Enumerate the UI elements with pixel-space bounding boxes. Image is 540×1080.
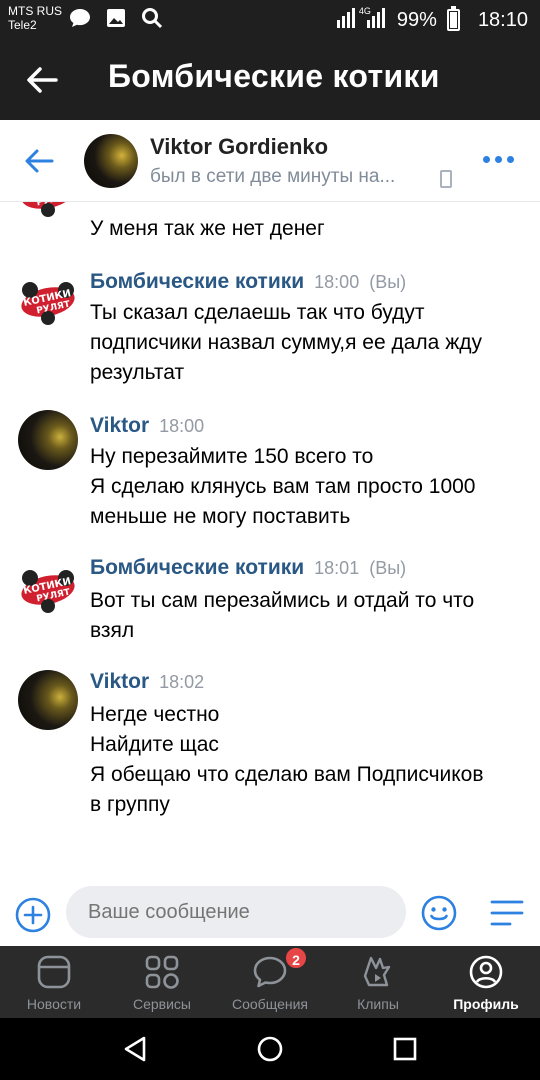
avatar[interactable]: КОТИКИ РУЛЯТ	[18, 556, 78, 616]
message-text: Вот ты сам перезаймись и отдай то что вз…	[90, 586, 530, 646]
message-list[interactable]: КОТИКИ РУЛЯТ У меня так же нет денег КОТ…	[0, 202, 540, 884]
chat-back-icon[interactable]	[22, 144, 56, 178]
chat-status: был в сети две минуты на...	[150, 166, 396, 187]
message-line: взял	[90, 619, 135, 642]
tab-label: Сервисы	[132, 996, 191, 1012]
tab-services[interactable]: Сервисы	[108, 946, 216, 1018]
image-icon	[104, 6, 128, 30]
message-text: У меня так же нет денег	[90, 214, 530, 244]
message-author[interactable]: Бомбические котики 18:00 (Вы)	[90, 270, 406, 294]
message-text: Ты сказал сделаешь так что будут подписч…	[90, 298, 530, 388]
tab-label: Сообщения	[232, 996, 308, 1012]
more-icon[interactable]	[483, 156, 514, 163]
clips-icon	[363, 956, 391, 987]
status-bar: MTS RUS Tele2 4G 99% 18:10	[0, 0, 540, 38]
you-label: (Вы)	[369, 272, 407, 292]
message-time: 18:02	[159, 672, 205, 692]
message-line: в группу	[90, 793, 170, 816]
app-title: Бомбические котики	[108, 58, 440, 94]
notification-icons	[68, 6, 164, 30]
emoji-icon[interactable]	[420, 894, 458, 932]
chat-avatar[interactable]	[84, 134, 138, 188]
chat-header: Viktor Gordienko был в сети две минуты н…	[0, 120, 540, 202]
bottom-tab-bar: Новости Сервисы 2 Сообщения Клипы Профил…	[0, 946, 540, 1018]
tab-messages[interactable]: 2 Сообщения	[216, 946, 324, 1018]
status-right: 4G 99% 18:10	[336, 6, 528, 34]
avatar[interactable]: КОТИКИ РУЛЯТ	[18, 202, 78, 220]
you-label: (Вы)	[369, 558, 407, 578]
add-attachment-icon[interactable]	[14, 896, 52, 934]
message-line: Я сделаю клянусь вам там просто 1000	[90, 475, 476, 498]
system-navigation-bar	[0, 1018, 540, 1080]
system-back-icon[interactable]	[120, 1034, 150, 1064]
clock: 18:10	[477, 8, 528, 31]
tab-clips[interactable]: Клипы	[324, 946, 432, 1018]
message-line: У меня так же нет денег	[90, 217, 325, 240]
message-line: Я обещаю что сделаю вам Подписчиков	[90, 763, 484, 786]
battery-icon	[446, 6, 460, 31]
tab-label: Профиль	[453, 996, 519, 1012]
cat-logo-icon: КОТИКИ РУЛЯТ	[21, 570, 75, 613]
tab-label: Клипы	[357, 996, 399, 1012]
author-name: Бомбические котики	[90, 270, 305, 293]
back-arrow-icon[interactable]	[22, 60, 62, 100]
avatar[interactable]	[18, 410, 78, 470]
avatar[interactable]: КОТИКИ РУЛЯТ	[18, 268, 78, 328]
message-line: Найдите щас	[90, 733, 219, 756]
services-icon	[145, 955, 179, 989]
unread-badge: 2	[284, 946, 308, 970]
message-line: Ну перезаймите 150 всего то	[90, 445, 374, 468]
message-time: 18:01	[314, 558, 360, 578]
app-header: Бомбические котики	[0, 38, 540, 120]
carrier-name-1: MTS RUS	[8, 4, 62, 18]
profile-icon	[469, 955, 503, 989]
composer	[0, 884, 540, 946]
mobile-device-icon	[440, 170, 452, 188]
message-line: подписчики назвал сумму,я ее дала жду	[90, 331, 482, 354]
message-line: Ты сказал сделаешь так что будут	[90, 301, 425, 324]
message-line: меньше не могу поставить	[90, 505, 351, 528]
news-icon	[37, 955, 71, 989]
carrier-name-2: Tele2	[8, 18, 37, 32]
message-author[interactable]: Viktor 18:02	[90, 670, 204, 694]
message-time: 18:00	[159, 416, 205, 436]
messages-icon	[253, 956, 287, 988]
author-name: Viktor	[90, 414, 150, 437]
battery-percent: 99%	[396, 8, 437, 31]
author-name: Бомбические котики	[90, 556, 305, 579]
message-text: Ну перезаймите 150 всего то Я сделаю кля…	[90, 442, 530, 532]
avatar[interactable]	[18, 670, 78, 730]
message-text: Негде честно Найдите щас Я обещаю что сд…	[90, 700, 530, 820]
cat-logo-icon: КОТИКИ РУЛЯТ	[21, 202, 75, 217]
tab-news[interactable]: Новости	[0, 946, 108, 1018]
search-icon	[140, 6, 164, 30]
message-time: 18:00	[314, 272, 360, 292]
message-input[interactable]	[66, 886, 406, 938]
message-author[interactable]: Viktor 18:00	[90, 414, 204, 438]
message-line: Негде честно	[90, 703, 220, 726]
system-home-icon[interactable]	[255, 1034, 285, 1064]
system-recents-icon[interactable]	[390, 1034, 420, 1064]
chat-bubble-icon	[68, 6, 92, 30]
message-author[interactable]: Бомбические котики 18:01 (Вы)	[90, 556, 406, 580]
tab-profile[interactable]: Профиль	[432, 946, 540, 1018]
author-name: Viktor	[90, 670, 150, 693]
message-line: Вот ты сам перезаймись и отдай то что	[90, 589, 475, 612]
message-line: результат	[90, 361, 185, 384]
chat-name[interactable]: Viktor Gordienko	[150, 134, 328, 160]
cat-logo-icon: КОТИКИ РУЛЯТ	[21, 282, 75, 325]
keyboard-menu-icon[interactable]	[488, 896, 526, 930]
carrier-info: MTS RUS Tele2	[8, 4, 62, 32]
network-type: 4G	[358, 6, 371, 16]
tab-label: Новости	[26, 996, 82, 1012]
